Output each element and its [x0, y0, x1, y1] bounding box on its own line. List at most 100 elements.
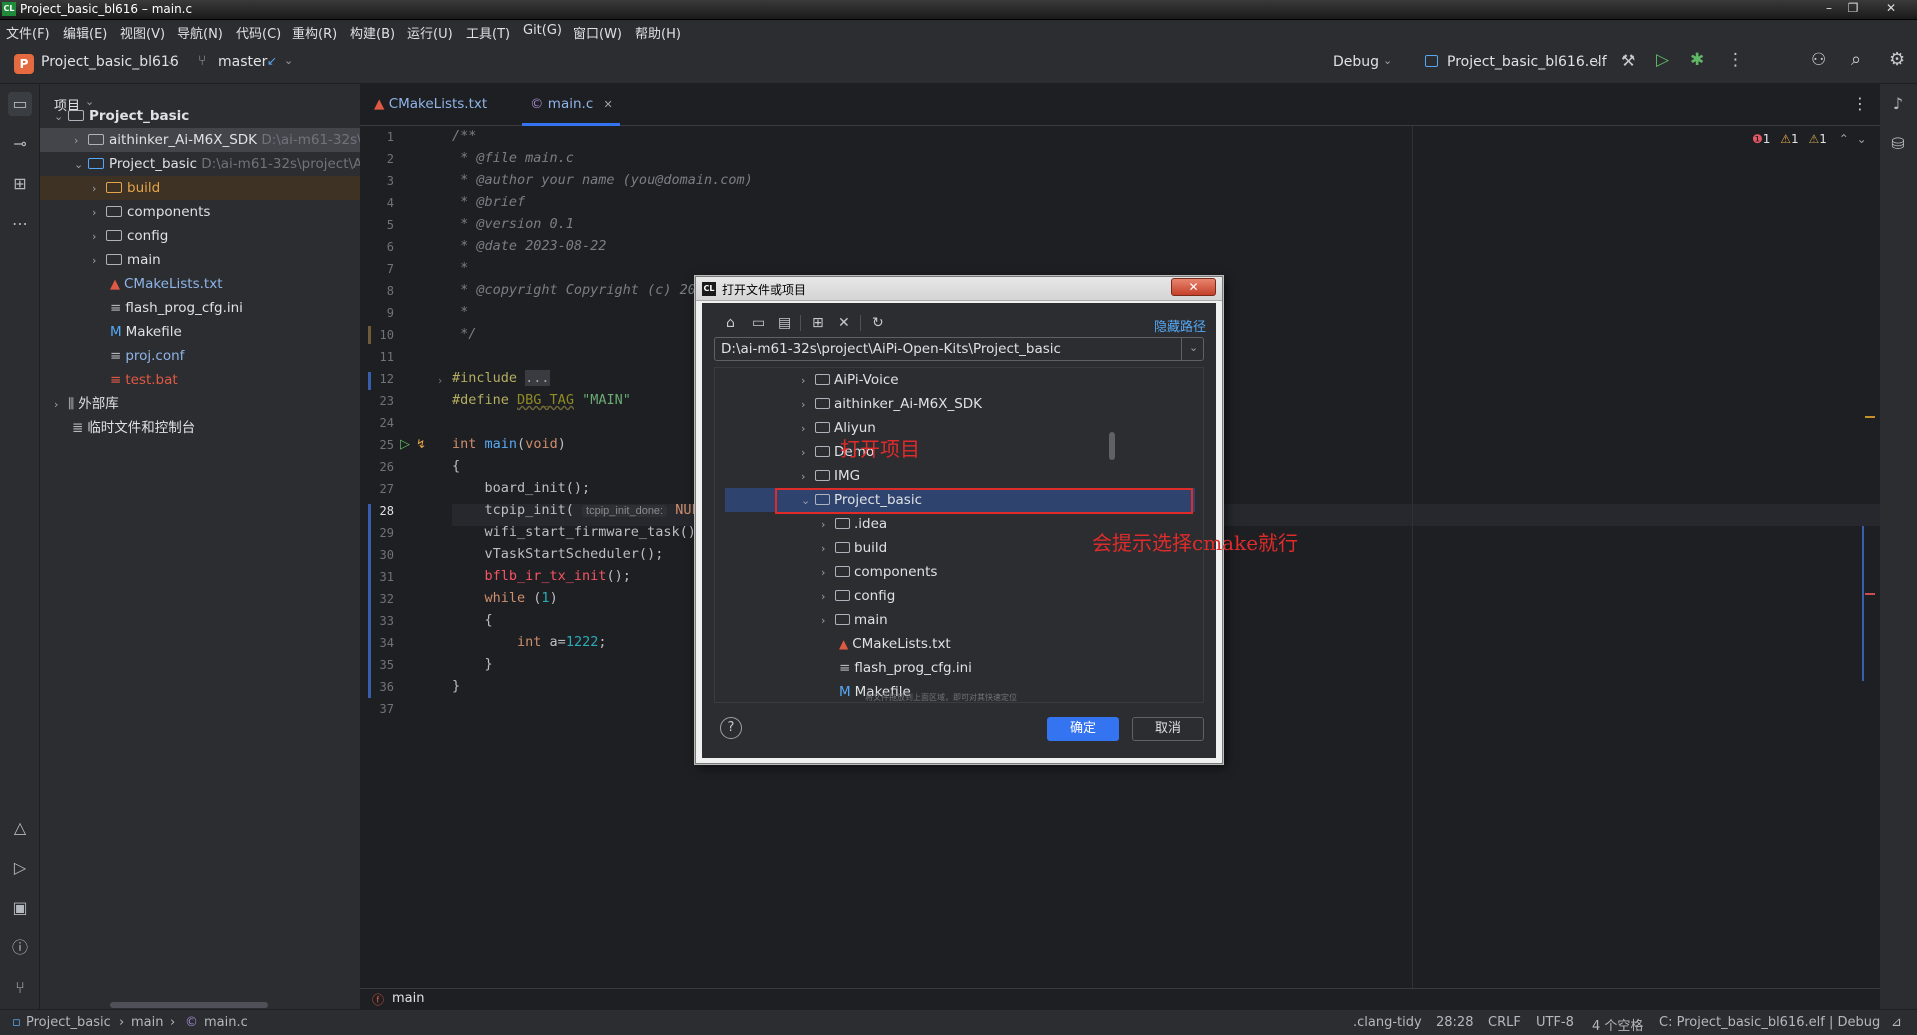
- tree-root[interactable]: ⌄ Project_basic: [54, 104, 189, 128]
- commit-icon[interactable]: ⊸: [8, 132, 32, 156]
- tree-item-scratches[interactable]: ≣ 临时文件和控制台: [72, 416, 195, 440]
- cmake-tool-icon[interactable]: △: [8, 816, 32, 840]
- services-icon[interactable]: ▷: [8, 856, 32, 880]
- status-crumb-folder[interactable]: main: [131, 1015, 163, 1030]
- cancel-button[interactable]: 取消: [1132, 717, 1204, 741]
- makefile-icon: M: [839, 684, 851, 700]
- lock-icon[interactable]: ⊿: [1891, 1015, 1902, 1030]
- run-icon[interactable]: ▷: [1656, 50, 1669, 70]
- close-tab-icon[interactable]: ✕: [604, 98, 613, 111]
- restore-icon[interactable]: ❐: [1842, 0, 1864, 16]
- tree-item-project[interactable]: ⌄ Project_basic D:\ai-m61-32s\project\AiP: [74, 152, 374, 176]
- file-tree-item[interactable]: › config: [821, 584, 895, 608]
- tree-item-components[interactable]: › components: [92, 200, 210, 224]
- help-icon[interactable]: ?: [720, 717, 742, 739]
- close-window-icon[interactable]: ✕: [1880, 0, 1902, 16]
- project-badge[interactable]: P: [14, 54, 34, 74]
- file-encoding[interactable]: UTF-8: [1536, 1015, 1574, 1030]
- menu-run[interactable]: 运行(U): [407, 23, 453, 42]
- hide-path-link[interactable]: 隐藏路径: [1154, 316, 1206, 335]
- tree-item-flash-cfg[interactable]: ≡ flash_prog_cfg.ini: [110, 296, 243, 320]
- more-horizontal-icon[interactable]: ⋯: [8, 212, 32, 236]
- chevron-down-icon[interactable]: ⌄: [1189, 341, 1198, 354]
- indent-setting[interactable]: 4 个空格: [1592, 1015, 1643, 1034]
- horizontal-scrollbar[interactable]: [110, 1002, 268, 1008]
- target-selector[interactable]: Project_basic_bl616.elf: [1447, 54, 1607, 70]
- chevron-up-icon[interactable]: ⌃: [1839, 132, 1849, 146]
- settings-gear-icon[interactable]: ⚙: [1889, 49, 1905, 70]
- tree-item-build[interactable]: › build: [40, 176, 360, 200]
- terminal-icon[interactable]: ▣: [8, 896, 32, 920]
- file-tree-item[interactable]: › aithinker_Ai-M6X_SDK: [801, 392, 982, 416]
- file-tree-item[interactable]: ▲ CMakeLists.txt: [839, 632, 951, 656]
- clang-tidy-widget[interactable]: .clang-tidy: [1353, 1015, 1422, 1030]
- file-tree-item[interactable]: › IMG: [801, 464, 860, 488]
- menu-edit[interactable]: 编辑(E): [63, 23, 107, 42]
- status-crumb-file[interactable]: main.c: [204, 1015, 248, 1030]
- branch-selector[interactable]: master: [218, 54, 267, 70]
- tree-item-external-libs[interactable]: › ⫼ 外部库: [54, 392, 119, 416]
- refresh-icon[interactable]: ↻: [872, 315, 884, 331]
- menu-navigate[interactable]: 导航(N): [177, 23, 223, 42]
- tree-item-makefile[interactable]: M Makefile: [110, 320, 182, 344]
- menu-help[interactable]: 帮助(H): [635, 23, 681, 42]
- status-crumb-project[interactable]: Project_basic: [26, 1015, 111, 1030]
- search-icon[interactable]: ⌕: [1851, 49, 1861, 70]
- tree-item-main[interactable]: › main: [92, 248, 161, 272]
- tree-item-sdk[interactable]: › aithinker_Ai-M6X_SDK D:\ai-m61-32s\pr: [40, 128, 376, 152]
- tree-scrollbar[interactable]: [1109, 432, 1115, 460]
- ok-button[interactable]: 确定: [1047, 717, 1119, 741]
- project-folder-icon[interactable]: ▭: [8, 92, 32, 116]
- debug-bug-icon[interactable]: ✱: [1690, 50, 1704, 70]
- menu-refactor[interactable]: 重构(R): [292, 23, 337, 42]
- tree-item-projconf[interactable]: ≡ proj.conf: [110, 344, 184, 368]
- menu-code[interactable]: 代码(C): [236, 23, 281, 42]
- minimize-icon[interactable]: –: [1818, 0, 1840, 16]
- file-tree-item[interactable]: › build: [821, 536, 887, 560]
- run-config-selector[interactable]: Debug: [1333, 54, 1379, 70]
- right-tool-stripe: ♪ ⛁: [1880, 84, 1917, 1009]
- tree-item-config[interactable]: › config: [92, 224, 168, 248]
- desktop-icon[interactable]: ▭: [752, 315, 765, 331]
- chevron-down-icon[interactable]: ⌄: [1857, 132, 1867, 146]
- file-tree-item[interactable]: › AiPi-Voice: [801, 368, 899, 392]
- resolve-context[interactable]: C: Project_basic_bl616.elf | Debug: [1659, 1015, 1880, 1030]
- path-field[interactable]: D:\ai-m61-32s\project\AiPi-Open-Kits\Pro…: [714, 337, 1204, 361]
- more-vertical-icon[interactable]: ⋮: [1852, 94, 1868, 113]
- add-user-icon[interactable]: ⚇: [1811, 50, 1826, 70]
- project-selector[interactable]: Project_basic_bl616: [41, 54, 179, 70]
- structure-icon[interactable]: ⊞: [8, 172, 32, 196]
- menu-window[interactable]: 窗口(W): [573, 23, 622, 42]
- menu-git[interactable]: Git(G): [523, 23, 562, 38]
- build-hammer-icon[interactable]: ⚒: [1621, 51, 1635, 70]
- home-icon[interactable]: ⌂: [726, 315, 735, 331]
- caret-position[interactable]: 28:28: [1436, 1015, 1473, 1030]
- file-tree-item[interactable]: › .idea: [821, 512, 887, 536]
- menu-build[interactable]: 构建(B): [350, 23, 395, 42]
- tree-item-testbat[interactable]: ≡ test.bat: [110, 368, 178, 392]
- database-icon[interactable]: ⛁: [1886, 132, 1910, 156]
- file-tree-item[interactable]: › main: [821, 608, 888, 632]
- tree-item-cmakelists[interactable]: ▲ CMakeLists.txt: [110, 272, 223, 296]
- menu-tools[interactable]: 工具(T): [466, 23, 510, 42]
- git-icon[interactable]: ⑂: [8, 976, 32, 1000]
- more-vertical-icon[interactable]: ⋮: [1727, 50, 1744, 70]
- annotation-open-project: 打开项目: [840, 437, 920, 461]
- fold-chevron-icon[interactable]: ›: [438, 374, 442, 387]
- inspection-widget[interactable]: ❶1 ⚠1 ⚠1 ⌃ ⌄: [1752, 132, 1867, 146]
- menu-file[interactable]: 文件(F): [6, 23, 50, 42]
- problems-icon[interactable]: ⓘ: [8, 936, 32, 960]
- file-tree-item[interactable]: ≡ flash_prog_cfg.ini: [839, 656, 972, 680]
- notifications-bell-icon[interactable]: ♪: [1886, 92, 1910, 116]
- tab-cmakelists[interactable]: ▲ CMakeLists.txt: [374, 96, 487, 112]
- run-gutter-icon[interactable]: ▷: [400, 437, 410, 452]
- delete-icon[interactable]: ✕: [838, 315, 850, 331]
- line-separator[interactable]: CRLF: [1488, 1015, 1521, 1030]
- menu-view[interactable]: 视图(V): [120, 23, 165, 42]
- new-folder-icon[interactable]: ⊞: [812, 315, 824, 331]
- breadcrumb-function[interactable]: main: [392, 991, 424, 1006]
- dialog-close-icon[interactable]: ✕: [1171, 278, 1216, 296]
- file-tree-item[interactable]: › components: [821, 560, 937, 584]
- tab-main-c[interactable]: © main.c ✕: [530, 96, 613, 112]
- project-dir-icon[interactable]: ▤: [778, 315, 791, 331]
